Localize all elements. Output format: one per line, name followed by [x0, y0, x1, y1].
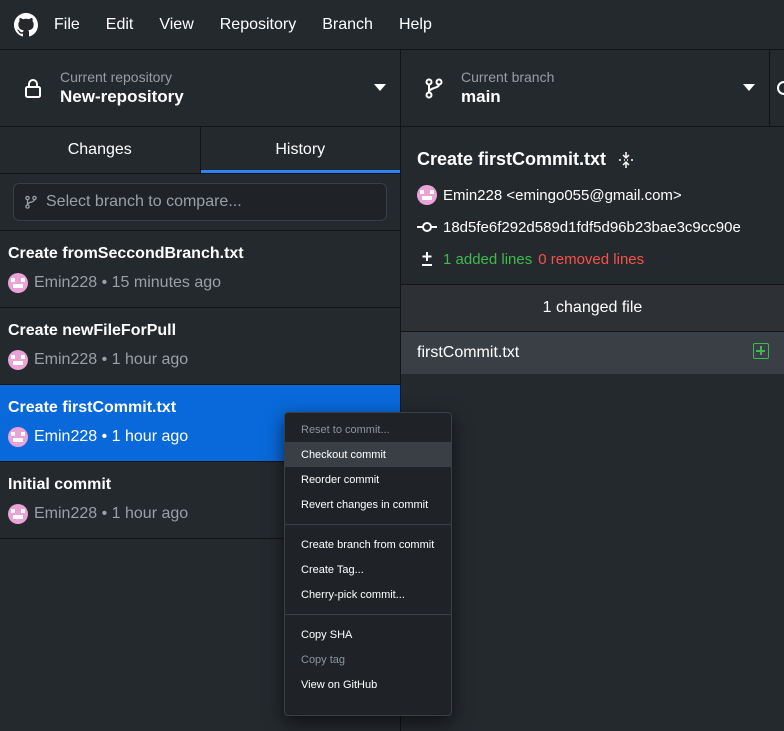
- commit-time: 15 minutes ago: [111, 274, 222, 291]
- commit-meta: Emin228 • 1 hour ago: [8, 350, 400, 370]
- current-repository-text: Current repository New-repository: [60, 69, 184, 108]
- sync-icon[interactable]: [776, 74, 784, 102]
- changed-files-header: 1 changed file: [401, 285, 784, 332]
- menu-item-reset-to-commit[interactable]: Reset to commit...: [285, 417, 451, 442]
- avatar: [8, 350, 28, 370]
- avatar: [8, 504, 28, 524]
- menu-bar: File Edit View Repository Branch Help: [0, 0, 784, 50]
- menu-view[interactable]: View: [159, 16, 193, 34]
- current-branch-text: Current branch main: [461, 69, 554, 108]
- compare-container: Select branch to compare...: [0, 174, 400, 231]
- commit-author: Emin228: [34, 428, 98, 445]
- current-repository-value: New-repository: [60, 86, 184, 106]
- github-mark-icon: [14, 12, 38, 37]
- chevron-down-icon: [374, 84, 386, 91]
- menu-branch[interactable]: Branch: [322, 16, 373, 34]
- menu-repository[interactable]: Repository: [220, 16, 296, 34]
- git-commit-icon: [417, 217, 437, 237]
- menu-separator: [285, 524, 451, 525]
- commit-author-row: Emin228 <emingo055@gmail.com>: [417, 185, 682, 205]
- commit-time: 1 hour ago: [111, 351, 189, 368]
- commit-author: Emin228: [34, 505, 98, 522]
- diff-icon: [417, 249, 437, 269]
- current-repository-button[interactable]: Current repository New-repository: [0, 50, 401, 126]
- sidebar-tabs: Changes History: [0, 127, 400, 174]
- toolbar: Current repository New-repository Curren…: [0, 50, 784, 127]
- avatar: [417, 185, 437, 205]
- file-list-item[interactable]: firstCommit.txt: [401, 332, 784, 374]
- commit-detail-title-row: Create firstCommit.txt: [417, 149, 636, 170]
- commit-detail-title: Create firstCommit.txt: [417, 149, 607, 169]
- commit-time: 1 hour ago: [111, 428, 189, 445]
- commit-context-menu: Reset to commit... Checkout commit Reord…: [284, 412, 452, 716]
- menu-help[interactable]: Help: [399, 16, 432, 34]
- commit-list-item[interactable]: Create fromSeccondBranch.txt Emin228 • 1…: [0, 231, 400, 308]
- file-added-icon: [753, 343, 769, 359]
- commit-summary: Create firstCommit.txt Emin228 <emingo05…: [401, 127, 784, 285]
- menu-edit[interactable]: Edit: [106, 16, 134, 34]
- commit-list-item[interactable]: Create newFileForPull Emin228 • 1 hour a…: [0, 308, 400, 385]
- current-repository-label: Current repository: [60, 68, 173, 85]
- menu-item-revert-changes[interactable]: Revert changes in commit: [285, 492, 451, 517]
- menu-file[interactable]: File: [54, 16, 80, 34]
- commit-stats-row: 1 added lines 0 removed lines: [417, 249, 644, 269]
- chevron-down-icon: [743, 84, 755, 91]
- current-branch-label: Current branch: [461, 68, 555, 85]
- commit-sha[interactable]: 18d5fe6f292d589d1fdf5d96b23bae3c9cc90e: [443, 219, 741, 236]
- menu-item-cherry-pick[interactable]: Cherry-pick commit...: [285, 582, 451, 607]
- menu-item-copy-tag[interactable]: Copy tag: [285, 647, 451, 672]
- commit-sha-row: 18d5fe6f292d589d1fdf5d96b23bae3c9cc90e: [417, 217, 741, 237]
- menu-item-copy-sha[interactable]: Copy SHA: [285, 622, 451, 647]
- branch-icon: [24, 195, 38, 209]
- menu-item-view-on-github[interactable]: View on GitHub: [285, 672, 451, 697]
- tab-changes[interactable]: Changes: [0, 127, 200, 173]
- tab-history[interactable]: History: [199, 127, 401, 173]
- file-name: firstCommit.txt: [417, 344, 520, 361]
- commit-title: Create fromSeccondBranch.txt: [8, 245, 244, 262]
- expand-icon[interactable]: [616, 150, 636, 170]
- menu-item-create-tag[interactable]: Create Tag...: [285, 557, 451, 582]
- commit-author-email: Emin228 <emingo055@gmail.com>: [443, 186, 682, 204]
- removed-lines: 0 removed lines: [538, 250, 645, 268]
- branch-compare-placeholder: Select branch to compare...: [46, 193, 242, 210]
- lock-icon: [22, 77, 44, 99]
- diff-area: [401, 374, 784, 730]
- commit-meta: Emin228 • 15 minutes ago: [8, 273, 400, 293]
- avatar: [8, 427, 28, 447]
- branch-compare-input[interactable]: Select branch to compare...: [13, 183, 387, 221]
- added-lines: 1 added lines: [443, 250, 533, 268]
- commit-detail-pane: Create firstCommit.txt Emin228 <emingo05…: [401, 127, 784, 731]
- menu-item-checkout-commit[interactable]: Checkout commit: [285, 442, 451, 467]
- menu-item-reorder-commit[interactable]: Reorder commit: [285, 467, 451, 492]
- menu-separator: [285, 614, 451, 615]
- commit-time: 1 hour ago: [111, 505, 189, 522]
- avatar: [8, 273, 28, 293]
- menu-item-create-branch[interactable]: Create branch from commit: [285, 532, 451, 557]
- commit-title: Create newFileForPull: [8, 322, 177, 339]
- branch-icon: [423, 77, 445, 99]
- current-branch-value: main: [461, 86, 501, 106]
- commit-author: Emin228: [34, 351, 98, 368]
- current-branch-button[interactable]: Current branch main: [401, 50, 770, 126]
- commit-author: Emin228: [34, 274, 98, 291]
